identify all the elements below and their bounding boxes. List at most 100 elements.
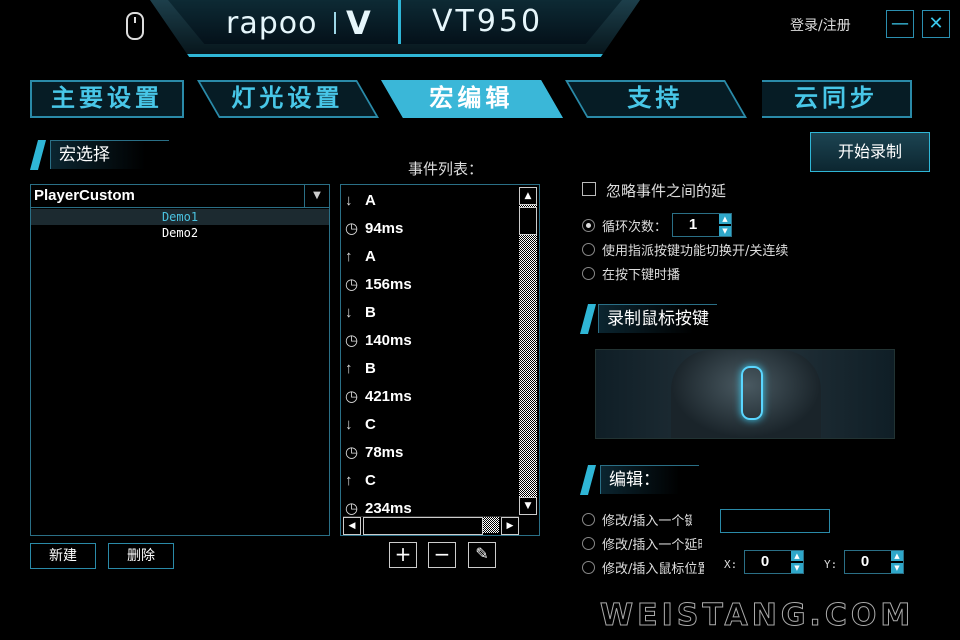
- mouse-icon: [126, 12, 144, 40]
- x-label: X:: [724, 558, 738, 571]
- scroll-track: [483, 517, 499, 533]
- event-row[interactable]: ↑ B: [345, 355, 515, 383]
- event-row[interactable]: ↑ A: [345, 243, 515, 271]
- scroll-thumb[interactable]: [519, 207, 537, 235]
- macro-dropdown-value: PlayerCustom: [34, 187, 135, 204]
- scroll-up-icon[interactable]: ▲: [519, 187, 537, 205]
- mouse-preview-image: [595, 349, 895, 439]
- edit-mouse-radio[interactable]: [582, 561, 595, 574]
- tab-label: 宏编辑: [429, 84, 514, 112]
- tab-cloud-sync[interactable]: 云同步: [762, 80, 912, 118]
- edit-mouse-label: 修改/插入鼠标位置: [602, 562, 704, 577]
- scroll-thumb-horizontal[interactable]: [363, 517, 483, 535]
- brand-logo: rapoo: [226, 6, 318, 41]
- event-text: C: [365, 416, 376, 433]
- edit-key-label: 修改/插入一个键: [602, 514, 692, 529]
- event-row[interactable]: ↓ C: [345, 411, 515, 439]
- add-event-icon[interactable]: +: [389, 542, 417, 568]
- close-button[interactable]: ✕: [922, 10, 950, 38]
- clock-icon: ◷: [345, 220, 359, 237]
- event-list[interactable]: ↓ A ◷ 94ms ↑ A ◷ 156ms ↓ B ◷ 140ms ↑ B ◷ 421ms ↓ C ◷ 78ms ↑ C…: [340, 184, 540, 536]
- chevron-down-icon[interactable]: ▼: [304, 185, 329, 207]
- event-text: B: [365, 360, 376, 377]
- y-label: Y:: [824, 558, 838, 571]
- macro-item-demo1[interactable]: Demo1: [31, 209, 329, 225]
- y-stepper[interactable]: 0 ▲ ▼: [844, 550, 904, 574]
- edit-title: 编辑：: [600, 465, 699, 494]
- event-row[interactable]: ↓ A: [345, 187, 515, 215]
- scroll-right-icon[interactable]: ▶: [501, 517, 519, 535]
- ignore-delay-checkbox[interactable]: [582, 182, 596, 196]
- delete-macro-button[interactable]: 删除: [108, 543, 174, 569]
- hold-radio[interactable]: [582, 267, 595, 280]
- event-text: 78ms: [365, 444, 404, 461]
- event-row[interactable]: ◷ 156ms: [345, 271, 515, 299]
- new-macro-button[interactable]: 新建: [30, 543, 96, 569]
- edit-delay-radio[interactable]: [582, 537, 595, 550]
- stepper-down-icon[interactable]: ▼: [791, 563, 803, 573]
- event-row[interactable]: ↓ B: [345, 299, 515, 327]
- event-row[interactable]: ↑ C: [345, 467, 515, 495]
- stepper-up-icon[interactable]: ▲: [791, 551, 803, 561]
- edit-event-icon[interactable]: ✎: [468, 542, 496, 568]
- start-record-button[interactable]: 开始录制: [810, 132, 930, 172]
- macro-list[interactable]: PlayerCustom ▼ Demo1 Demo2: [30, 184, 330, 536]
- macro-item-demo2[interactable]: Demo2: [31, 225, 329, 241]
- section-accent: [579, 304, 597, 334]
- hold-option-label: 在按下键时播: [602, 268, 681, 283]
- event-list-title: 事件列表：: [408, 160, 484, 178]
- loop-count-value[interactable]: 1: [673, 214, 713, 236]
- minimize-button[interactable]: —: [886, 10, 914, 38]
- login-link[interactable]: 登录/注册: [790, 15, 851, 35]
- stepper-up-icon[interactable]: ▲: [719, 214, 731, 224]
- loop-radio[interactable]: [582, 219, 595, 232]
- event-text: A: [365, 248, 376, 265]
- macro-select-title: 宏选择: [50, 140, 169, 169]
- x-stepper[interactable]: 0 ▲ ▼: [744, 550, 804, 574]
- clock-icon: ◷: [345, 276, 359, 293]
- tab-label: 主要设置: [51, 84, 163, 112]
- event-text: C: [365, 472, 376, 489]
- event-row[interactable]: ◷ 78ms: [345, 439, 515, 467]
- arrow-down-icon: ↓: [345, 304, 353, 321]
- edit-key-radio[interactable]: [582, 513, 595, 526]
- clock-icon: ◷: [345, 332, 359, 349]
- y-value[interactable]: 0: [845, 551, 885, 573]
- tab-label: 灯光设置: [231, 84, 344, 112]
- stepper-down-icon[interactable]: ▼: [891, 563, 903, 573]
- arrow-up-icon: ↑: [345, 472, 353, 489]
- arrow-up-icon: ↑: [345, 360, 353, 377]
- section-accent: [29, 140, 47, 170]
- model-name: VT950: [432, 4, 544, 39]
- clock-icon: ◷: [345, 444, 359, 461]
- tab-lighting[interactable]: 灯光设置: [197, 80, 379, 118]
- tab-main-settings[interactable]: 主要设置: [30, 80, 184, 118]
- event-row[interactable]: ◷ 94ms: [345, 215, 515, 243]
- arrow-up-icon: ↑: [345, 248, 353, 265]
- stepper-up-icon[interactable]: ▲: [891, 551, 903, 561]
- macro-dropdown[interactable]: PlayerCustom ▼: [31, 185, 329, 208]
- section-accent: [579, 465, 597, 495]
- scroll-down-icon[interactable]: ▼: [519, 497, 537, 515]
- event-text: 94ms: [365, 220, 404, 237]
- stepper-down-icon[interactable]: ▼: [719, 226, 731, 236]
- event-text: 234ms: [365, 500, 412, 517]
- event-row[interactable]: ◷ 140ms: [345, 327, 515, 355]
- brand-separator: [334, 12, 336, 34]
- remove-event-icon[interactable]: −: [428, 542, 456, 568]
- vertical-scrollbar[interactable]: ▲ ▼: [519, 187, 537, 515]
- scroll-left-icon[interactable]: ◀: [343, 517, 361, 535]
- ignore-delay-label: 忽略事件之间的延: [606, 182, 727, 200]
- tab-support[interactable]: 支持: [565, 80, 747, 118]
- loop-count-stepper[interactable]: 1 ▲ ▼: [672, 213, 732, 237]
- toggle-radio[interactable]: [582, 243, 595, 256]
- clock-icon: ◷: [345, 388, 359, 405]
- horizontal-scrollbar[interactable]: ◀ ▶: [343, 516, 519, 535]
- event-text: A: [365, 192, 376, 209]
- tab-macro-editor[interactable]: 宏编辑: [381, 80, 563, 118]
- key-input[interactable]: [720, 509, 830, 533]
- event-text: B: [365, 304, 376, 321]
- x-value[interactable]: 0: [745, 551, 785, 573]
- event-text: 140ms: [365, 332, 412, 349]
- event-row[interactable]: ◷ 421ms: [345, 383, 515, 411]
